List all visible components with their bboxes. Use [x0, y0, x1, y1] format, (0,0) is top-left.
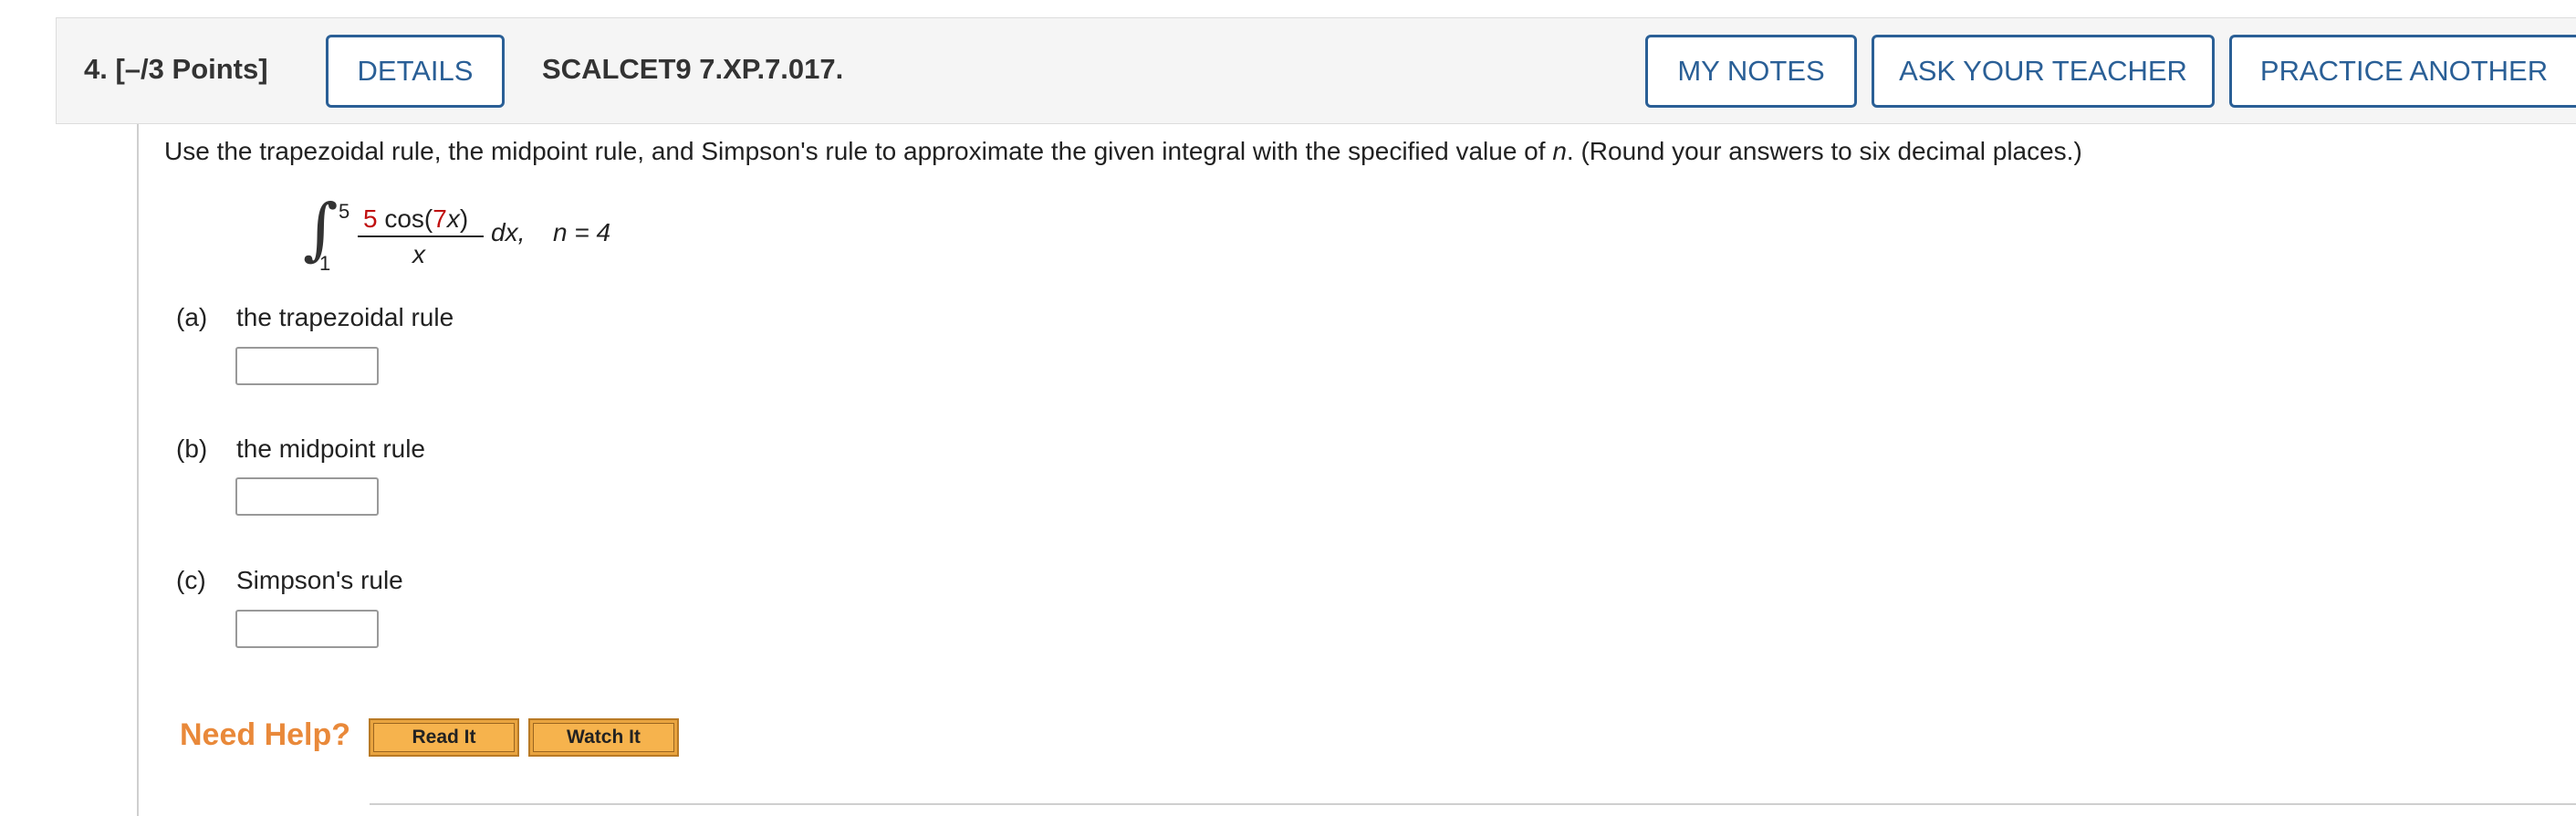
question-number-and-points: 4. [–/3 Points]: [84, 53, 268, 85]
ask-your-teacher-button[interactable]: ASK YOUR TEACHER: [1872, 35, 2215, 108]
read-it-label: Read It: [373, 723, 515, 752]
part-c-answer-input[interactable]: [235, 610, 379, 648]
upper-limit: 5: [339, 200, 350, 223]
part-a-answer-input[interactable]: [235, 347, 379, 385]
part-c-label: Simpson's rule: [236, 566, 403, 594]
my-notes-button[interactable]: MY NOTES: [1645, 35, 1857, 108]
fraction-bar: [358, 235, 484, 237]
part-c-letter: (c): [176, 566, 206, 594]
n-value: n = 4: [553, 218, 611, 246]
need-help-label: Need Help?: [180, 717, 351, 752]
integrand-denominator: x: [412, 240, 425, 268]
details-button[interactable]: DETAILS: [326, 35, 505, 108]
content-left-border: [137, 124, 139, 816]
bottom-divider: [370, 803, 2576, 805]
watch-it-label: Watch It: [533, 723, 674, 752]
watch-it-button[interactable]: Watch It: [528, 718, 679, 757]
part-a-letter: (a): [176, 303, 208, 331]
integrand-numerator: 5 cos(7x): [363, 204, 469, 233]
practice-another-button[interactable]: PRACTICE ANOTHER: [2229, 35, 2576, 108]
part-b-answer-input[interactable]: [235, 477, 379, 516]
differential: dx,: [491, 218, 526, 246]
part-a-label: the trapezoidal rule: [236, 303, 454, 331]
part-b-letter: (b): [176, 434, 208, 463]
read-it-button[interactable]: Read It: [369, 718, 519, 757]
lower-limit: 1: [319, 252, 331, 275]
part-b-label: the midpoint rule: [236, 434, 426, 463]
instructions: Use the trapezoidal rule, the midpoint r…: [164, 137, 2082, 165]
question-code: SCALCET9 7.XP.7.017.: [542, 53, 844, 85]
